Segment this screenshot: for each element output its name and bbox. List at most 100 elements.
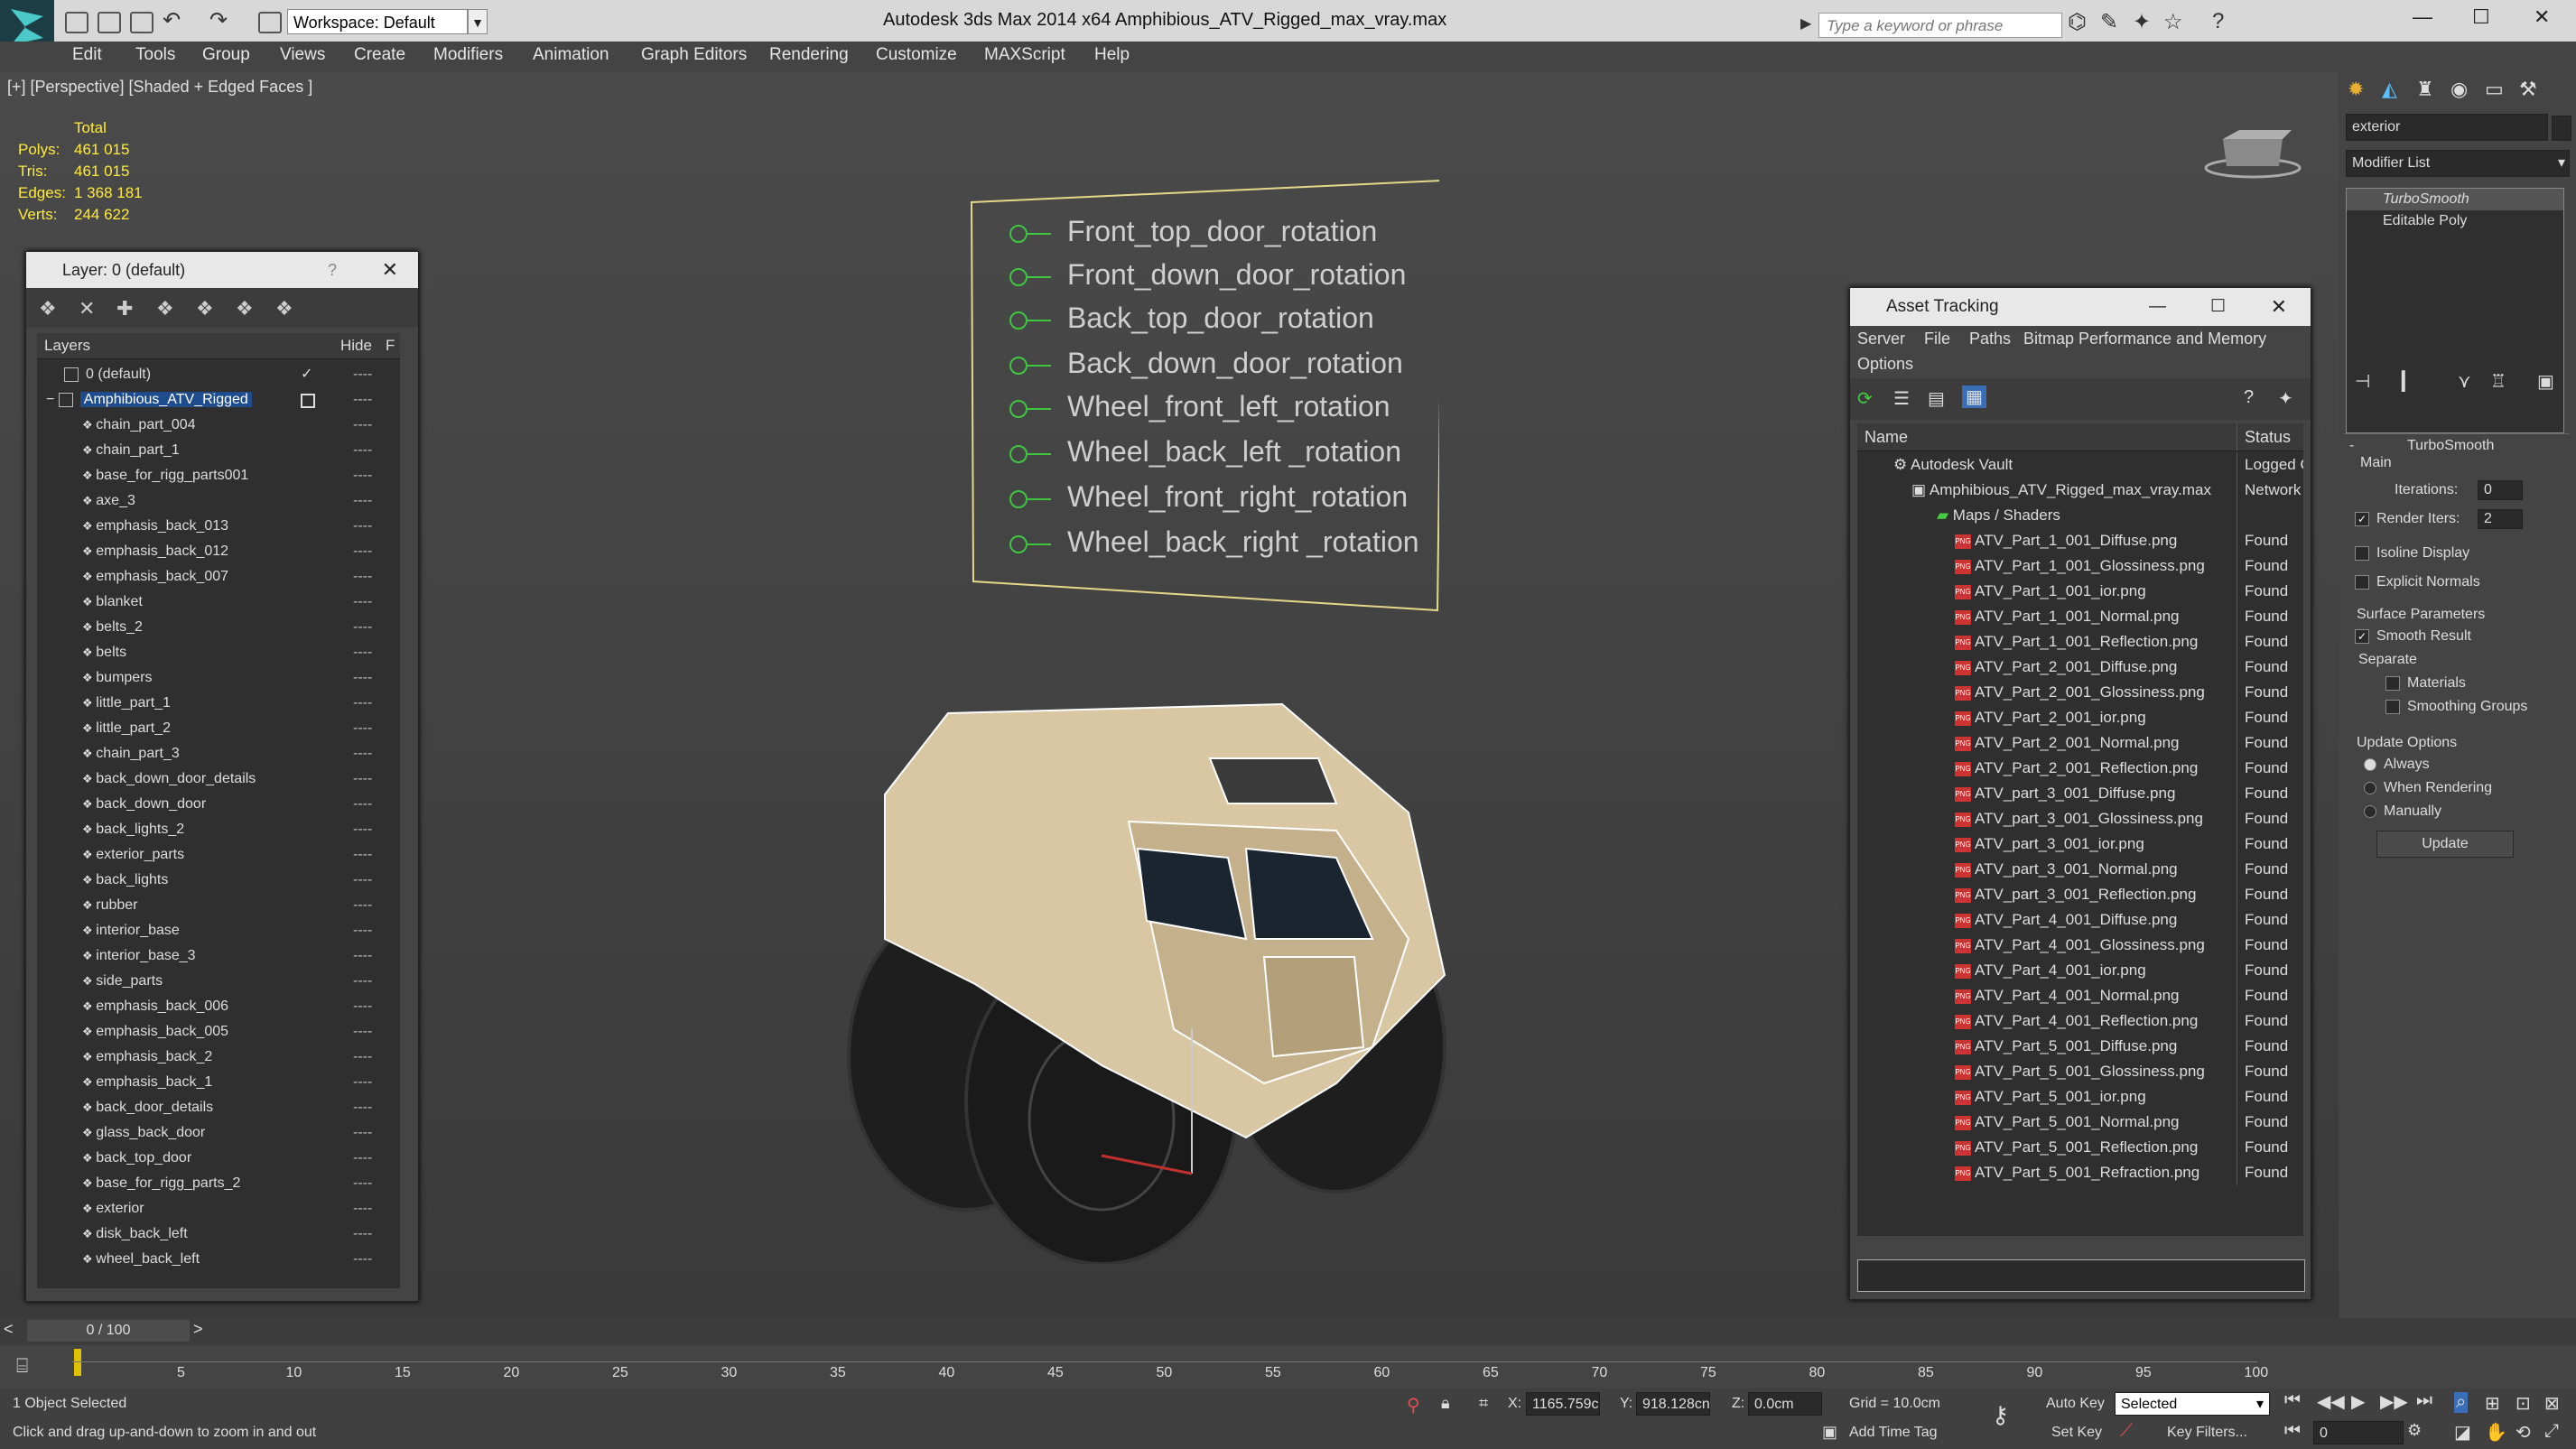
asset-row[interactable]: PNG ATV_Part_5_001_Normal.png Found — [1857, 1110, 2303, 1135]
layer-item[interactable]: ❖ interior_base_3 ---- — [37, 943, 380, 969]
close-icon[interactable]: ✕ — [2271, 288, 2287, 326]
menu-tools[interactable]: Tools — [135, 45, 175, 65]
time-next-icon[interactable]: > — [193, 1320, 203, 1339]
asset-row[interactable]: PNG ATV_Part_5_001_Diffuse.png Found — [1857, 1034, 2303, 1059]
asset-row[interactable]: PNG ATV_Part_2_001_Diffuse.png Found — [1857, 655, 2303, 680]
menu-maxscript[interactable]: MAXScript — [984, 45, 1065, 65]
freeze-all-icon[interactable]: ❖ — [275, 297, 293, 320]
subscription-icon[interactable]: ✎ — [2100, 9, 2118, 35]
layer-item[interactable]: ❖ wheel_back_left ---- — [37, 1247, 380, 1272]
search-input[interactable]: Type a keyword or phrase — [1818, 13, 2062, 38]
add-to-layer-icon[interactable]: ✚ — [116, 297, 133, 320]
minimize-icon[interactable]: — — [2149, 288, 2166, 326]
time-slider-thumb[interactable]: 0 / 100 — [27, 1320, 190, 1342]
layer-item[interactable]: ❖ bumpers ---- — [37, 665, 380, 691]
col-hide[interactable]: Hide — [340, 333, 372, 358]
make-unique-icon[interactable]: ⋎ — [2458, 370, 2471, 393]
hide-toggle[interactable]: ---- — [353, 1196, 372, 1221]
menu-create[interactable]: Create — [354, 45, 405, 65]
modifier-stack[interactable]: TurboSmooth Editable Poly — [2346, 188, 2564, 433]
display-tab-icon[interactable]: ▭ — [2485, 78, 2504, 101]
close-icon[interactable]: ✕ — [2534, 5, 2550, 29]
layer-item[interactable]: ❖ exterior_parts ---- — [37, 842, 380, 868]
hide-toggle[interactable]: ---- — [353, 741, 372, 766]
isoline-display-checkbox[interactable]: Isoline Display — [2355, 545, 2469, 562]
hide-toggle[interactable]: ---- — [353, 590, 372, 615]
asset-row[interactable]: PNG ATV_Part_1_001_ior.png Found — [1857, 579, 2303, 604]
asset-row-vault[interactable]: ⚙ Autodesk Vault Logged O — [1857, 452, 2303, 478]
selection-pin-icon[interactable]: ⚲ — [1407, 1394, 1420, 1416]
hide-toggle[interactable]: ---- — [353, 1045, 372, 1070]
menu-modifiers[interactable]: Modifiers — [433, 45, 503, 65]
asset-row[interactable]: PNG ATV_Part_1_001_Diffuse.png Found — [1857, 528, 2303, 553]
redo-icon[interactable]: ↷ — [209, 7, 228, 33]
asset-row[interactable]: PNG ATV_Part_2_001_Normal.png Found — [1857, 730, 2303, 756]
layer-item[interactable]: ❖ back_top_door ---- — [37, 1146, 380, 1171]
layer-item[interactable]: ❖ side_parts ---- — [37, 969, 380, 994]
set-key-button[interactable]: Set Key — [2051, 1425, 2102, 1441]
modify-tab-icon[interactable]: ◭ — [2382, 78, 2397, 101]
hide-toggle[interactable]: ---- — [353, 994, 372, 1019]
hide-toggle[interactable]: ---- — [353, 691, 372, 716]
layer-row-default[interactable]: 0 (default) ✓ ---- — [37, 362, 380, 387]
hide-toggle[interactable]: ---- — [353, 1247, 372, 1272]
hide-toggle[interactable]: ---- — [353, 792, 372, 817]
control-back-top-door[interactable]: Back_top_door_rotation — [1009, 302, 1374, 335]
chevron-down-icon[interactable]: ▼ — [468, 9, 488, 34]
control-wheel-front-left[interactable]: Wheel_front_left_rotation — [1009, 390, 1390, 423]
materials-checkbox[interactable]: Materials — [2385, 675, 2466, 692]
asset-row[interactable]: PNG ATV_Part_5_001_Glossiness.png Found — [1857, 1059, 2303, 1084]
col-status[interactable]: Status — [2237, 423, 2291, 450]
layer-item[interactable]: ❖ back_lights ---- — [37, 868, 380, 893]
update-when-rendering-radio[interactable]: When Rendering — [2364, 780, 2492, 796]
menu-customize[interactable]: Customize — [876, 45, 957, 65]
tree-view-icon[interactable]: ▤ — [1928, 387, 1945, 410]
menu-help[interactable]: Help — [1094, 45, 1130, 65]
time-tag-icon[interactable]: ▣ — [1822, 1423, 1837, 1442]
asset-row-maps[interactable]: ▰ Maps / Shaders — [1857, 503, 2303, 528]
hide-toggle[interactable]: ---- — [353, 615, 372, 640]
layer-item[interactable]: ❖ back_down_door ---- — [37, 792, 380, 817]
render-iters-toggle[interactable]: ✓ Render Iters: — [2355, 511, 2460, 527]
time-prev-icon[interactable]: < — [4, 1320, 14, 1339]
hide-toggle[interactable]: ---- — [353, 1120, 372, 1146]
key-icon[interactable]: ⚷ — [1992, 1401, 2009, 1429]
key-mode-toggle-icon[interactable]: ⏮ — [2284, 1421, 2301, 1442]
menu-server[interactable]: Server — [1857, 330, 1905, 348]
col-name[interactable]: Name — [1865, 423, 1908, 450]
hide-toggle[interactable]: ---- — [353, 1221, 372, 1247]
open-file-icon[interactable] — [98, 12, 121, 33]
maximize-icon[interactable]: ☐ — [2472, 5, 2490, 29]
asset-row[interactable]: PNG ATV_part_3_001_Normal.png Found — [1857, 857, 2303, 882]
layer-item[interactable]: ❖ back_down_door_details ---- — [37, 766, 380, 792]
menu-paths[interactable]: Paths — [1969, 330, 2011, 348]
field-of-view-icon[interactable]: ◪ — [2454, 1421, 2471, 1444]
layer-item[interactable]: ❖ emphasis_back_007 ---- — [37, 564, 380, 590]
layer-item[interactable]: ❖ exterior ---- — [37, 1196, 380, 1221]
hide-toggle[interactable]: ---- — [353, 1171, 372, 1196]
modifier-list-dropdown[interactable]: Modifier List ▾ — [2346, 150, 2570, 177]
orbit-icon[interactable]: ⟲ — [2516, 1421, 2531, 1444]
update-button[interactable]: Update — [2376, 831, 2514, 858]
asset-row[interactable]: PNG ATV_Part_1_001_Normal.png Found — [1857, 604, 2303, 629]
undo-icon[interactable]: ↶ — [163, 7, 181, 33]
set-key-filter-icon[interactable]: ⟋ — [2120, 1421, 2133, 1442]
hide-toggle[interactable]: ---- — [353, 413, 372, 438]
asset-row[interactable]: PNG ATV_Part_2_001_Reflection.png Found — [1857, 756, 2303, 781]
pin-stack-icon[interactable]: ⊣ — [2355, 370, 2370, 393]
hide-toggle[interactable]: ---- — [353, 1019, 372, 1045]
hide-toggle[interactable]: ---- — [353, 918, 372, 943]
control-wheel-back-left[interactable]: Wheel_back_left _rotation — [1009, 435, 1401, 469]
viewcube-icon[interactable] — [2203, 126, 2302, 181]
help-icon[interactable]: ? — [328, 252, 337, 288]
asset-row[interactable]: PNG ATV_part_3_001_Glossiness.png Found — [1857, 806, 2303, 831]
hide-toggle[interactable]: ---- — [353, 842, 372, 868]
layer-item[interactable]: ❖ chain_part_1 ---- — [37, 438, 380, 463]
control-front-top-door[interactable]: Front_top_door_rotation — [1009, 215, 1377, 248]
create-layer-icon[interactable]: ❖ — [39, 297, 57, 320]
hide-toggle[interactable]: ---- — [353, 438, 372, 463]
hide-toggle[interactable]: ---- — [353, 640, 372, 665]
previous-frame-icon[interactable]: ◀◀ — [2317, 1390, 2345, 1413]
minimize-icon[interactable]: — — [2413, 5, 2432, 29]
hide-toggle[interactable]: ---- — [353, 1095, 372, 1120]
